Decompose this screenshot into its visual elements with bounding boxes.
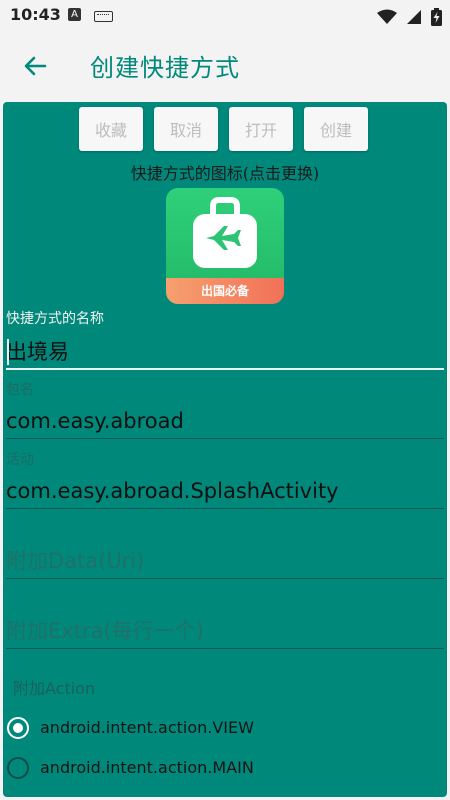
radio-label: android.intent.action.MAIN bbox=[40, 758, 254, 777]
icon-caption: 快捷方式的图标(点击更换) bbox=[130, 164, 320, 183]
signal-icon bbox=[406, 9, 421, 24]
text-cursor bbox=[7, 339, 9, 365]
shortcut-name-input[interactable] bbox=[6, 334, 444, 370]
shortcut-form-panel: 收藏 取消 打开 创建 快捷方式的图标(点击更换) 出国必备 快捷方式的名称 包… bbox=[3, 102, 447, 797]
activity-label: 活动 bbox=[6, 452, 34, 468]
app-bar: 创建快捷方式 bbox=[0, 30, 450, 100]
radio-unchecked-icon bbox=[7, 757, 29, 779]
open-button[interactable]: 打开 bbox=[229, 107, 293, 151]
shortcut-app-icon[interactable]: 出国必备 bbox=[166, 188, 284, 304]
keyboard-icon bbox=[94, 11, 113, 22]
battery-icon bbox=[431, 7, 442, 26]
name-label: 快捷方式的名称 bbox=[6, 311, 104, 327]
wifi-icon bbox=[376, 9, 397, 24]
status-time: 10:43 bbox=[10, 5, 61, 24]
status-bar: 10:43 A bbox=[0, 0, 450, 30]
status-icons bbox=[373, 6, 442, 26]
luggage-plane-icon bbox=[193, 197, 257, 268]
activity-input[interactable] bbox=[6, 474, 444, 509]
arrow-left-icon bbox=[24, 56, 47, 76]
extra-extras-input[interactable] bbox=[6, 614, 444, 649]
action-section-label: 附加Action bbox=[13, 679, 96, 698]
create-button[interactable]: 创建 bbox=[304, 107, 368, 151]
action-button-row: 收藏 取消 打开 创建 bbox=[79, 107, 379, 153]
favorite-button[interactable]: 收藏 bbox=[79, 107, 143, 151]
extra-data-uri-input[interactable] bbox=[6, 544, 444, 579]
page-title: 创建快捷方式 bbox=[90, 54, 240, 82]
app-icon-label: 出国必备 bbox=[166, 278, 284, 304]
cancel-button[interactable]: 取消 bbox=[154, 107, 218, 151]
package-name-input[interactable] bbox=[6, 404, 444, 439]
radio-label: android.intent.action.VIEW bbox=[40, 718, 254, 737]
notification-a-icon: A bbox=[68, 8, 81, 21]
radio-checked-icon bbox=[7, 717, 29, 739]
back-button[interactable] bbox=[14, 45, 56, 87]
package-label: 包名 bbox=[6, 382, 34, 398]
